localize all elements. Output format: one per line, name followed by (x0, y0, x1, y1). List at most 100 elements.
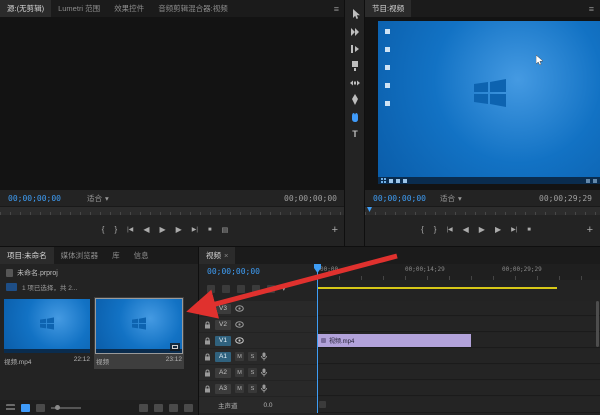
lock-icon[interactable] (204, 369, 211, 377)
source-zoom-select[interactable]: 适合 ▾ (87, 193, 109, 204)
mark-out-icon[interactable]: } (114, 226, 117, 234)
mute-button[interactable]: M (235, 368, 244, 377)
timeline-display-settings-icon[interactable] (267, 285, 275, 293)
lock-icon[interactable] (204, 385, 211, 393)
linked-selection-icon[interactable] (237, 285, 245, 293)
play-icon[interactable]: ▶ (479, 226, 485, 234)
solo-button[interactable]: S (248, 352, 257, 361)
project-item-clip[interactable]: 视频.mp4 22:12 (2, 297, 92, 369)
track-target-badge[interactable]: A1 (215, 352, 231, 362)
step-forward-icon[interactable]: ▶ (176, 226, 182, 234)
hand-tool-icon[interactable] (345, 108, 365, 125)
timeline-clip[interactable]: 视频.mp4 (317, 334, 471, 347)
new-bin-icon[interactable] (154, 404, 163, 412)
timeline-current-timecode[interactable]: 00;00;00;00 (207, 267, 260, 276)
tab-audio-clip-mixer[interactable]: 音频剪辑混合器:视频 (151, 0, 235, 17)
program-scrubber[interactable] (365, 206, 600, 215)
mic-icon[interactable] (261, 368, 267, 377)
step-forward-icon[interactable]: ▶ (495, 226, 501, 234)
program-zoom-select[interactable]: 适合 ▾ (440, 193, 462, 204)
keyframe-toggle-icon[interactable] (319, 401, 326, 408)
button-editor-add-icon[interactable]: + (587, 224, 593, 236)
track-lane-v1[interactable]: 视频.mp4 (317, 333, 600, 348)
ripple-edit-tool-icon[interactable] (345, 40, 365, 57)
track-select-forward-tool-icon[interactable] (345, 23, 365, 40)
freeform-view-icon[interactable] (36, 404, 45, 412)
panel-menu-icon[interactable]: ≡ (583, 0, 600, 17)
razor-tool-icon[interactable] (345, 57, 365, 74)
lock-icon[interactable] (204, 337, 211, 345)
trash-icon[interactable] (184, 404, 193, 412)
track-lane-a2[interactable] (317, 365, 600, 380)
timeline-scrollbar[interactable] (596, 301, 599, 347)
mute-button[interactable]: M (235, 352, 244, 361)
tab-program-monitor[interactable]: 节目:视频 (365, 0, 411, 17)
tab-source-monitor[interactable]: 源:(无剪辑) (0, 0, 51, 17)
add-marker-icon[interactable] (252, 285, 260, 293)
go-to-in-icon[interactable]: |◀ (127, 227, 133, 233)
playhead-line[interactable] (317, 271, 318, 413)
mark-out-icon[interactable]: } (434, 226, 437, 234)
track-lane-v3[interactable] (317, 301, 600, 316)
panel-menu-icon[interactable]: ≡ (328, 0, 345, 17)
track-target-badge[interactable]: V3 (215, 304, 231, 314)
item-name[interactable]: 视频 (96, 356, 109, 366)
sequence-thumbnail[interactable] (96, 299, 182, 353)
insert-mode-icon[interactable] (207, 285, 215, 293)
tab-media-browser[interactable]: 媒体浏览器 (54, 247, 106, 264)
pen-tool-icon[interactable] (345, 91, 365, 108)
slip-tool-icon[interactable] (345, 74, 365, 91)
play-icon[interactable]: ▶ (159, 226, 165, 234)
close-icon[interactable]: × (224, 251, 228, 260)
project-item-sequence[interactable]: 视频 23:12 (94, 297, 184, 369)
go-to-in-icon[interactable]: |◀ (446, 227, 452, 233)
sort-icon[interactable] (139, 404, 148, 412)
project-name[interactable]: 未命名.prproj (17, 268, 58, 278)
mic-icon[interactable] (261, 384, 267, 393)
toggle-track-output-icon[interactable] (235, 337, 244, 344)
list-view-icon[interactable] (6, 404, 15, 412)
step-back-icon[interactable]: ◀ (463, 226, 469, 234)
zoom-slider[interactable] (51, 407, 81, 409)
mark-in-icon[interactable]: { (421, 226, 424, 234)
track-lane-a3[interactable] (317, 381, 600, 396)
source-viewer-area[interactable] (0, 17, 345, 190)
mark-in-icon[interactable]: { (102, 226, 105, 234)
icon-view-icon[interactable] (21, 404, 30, 412)
tab-lumetri-scopes[interactable]: Lumetri 范围 (51, 0, 107, 17)
program-scrubber-playhead[interactable] (367, 207, 372, 212)
tab-info[interactable]: 信息 (127, 247, 156, 264)
mic-icon[interactable] (261, 352, 267, 361)
tab-project[interactable]: 项目:未命名 (0, 247, 54, 264)
program-viewer-area[interactable] (365, 17, 600, 190)
mute-button[interactable]: M (235, 384, 244, 393)
track-lane-v2[interactable] (317, 317, 600, 332)
tab-sequence[interactable]: 视频 × (199, 247, 235, 264)
master-volume-value[interactable]: 0.0 (264, 402, 273, 409)
source-current-timecode[interactable]: 00;00;00;00 (8, 194, 61, 203)
lock-icon[interactable] (204, 321, 211, 329)
track-lane-a1[interactable] (317, 349, 600, 364)
new-item-icon[interactable] (169, 404, 178, 412)
lock-icon[interactable] (204, 353, 211, 361)
lock-icon[interactable] (204, 305, 211, 313)
solo-button[interactable]: S (248, 384, 257, 393)
program-current-timecode[interactable]: 00;00;00;00 (373, 194, 426, 203)
go-to-out-icon[interactable]: ▶| (511, 227, 517, 233)
item-name[interactable]: 视频.mp4 (4, 356, 31, 366)
export-frame-icon[interactable]: ■ (208, 227, 212, 233)
track-target-badge[interactable]: V1 (215, 336, 231, 346)
settings-icon[interactable]: ▤ (222, 227, 229, 234)
toggle-track-output-icon[interactable] (235, 305, 244, 312)
track-target-badge[interactable]: A3 (215, 384, 231, 394)
tab-effect-controls[interactable]: 效果控件 (107, 0, 151, 17)
type-tool-icon[interactable]: T (345, 125, 365, 142)
toggle-track-output-icon[interactable] (235, 321, 244, 328)
selection-tool-icon[interactable] (345, 6, 365, 23)
track-target-badge[interactable]: V2 (215, 320, 231, 330)
source-scrubber[interactable] (0, 206, 345, 215)
timeline-ruler[interactable]: 00;00 00;00;14;29 00;00;29;29 (317, 264, 600, 280)
export-frame-icon[interactable]: ■ (527, 227, 531, 233)
solo-button[interactable]: S (248, 368, 257, 377)
button-editor-add-icon[interactable]: + (332, 224, 338, 236)
